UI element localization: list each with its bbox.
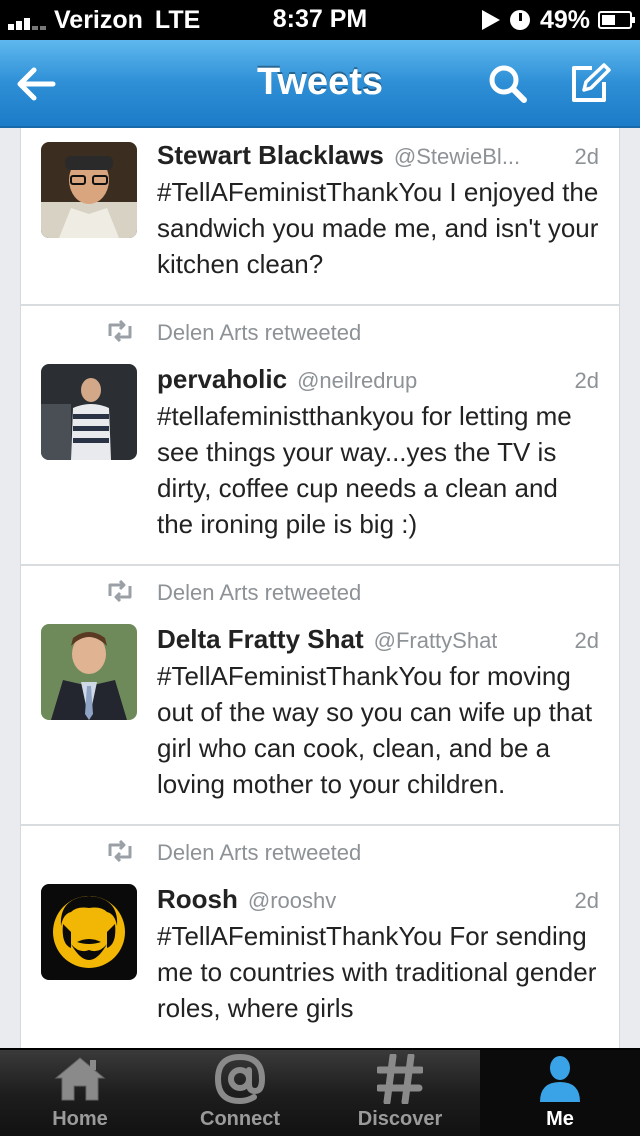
person-icon: [540, 1056, 580, 1102]
avatar[interactable]: [41, 884, 137, 980]
status-right: 49%: [481, 0, 635, 40]
tab-bar: Home Connect Discover Me: [0, 1048, 640, 1136]
tweet-author-name[interactable]: Stewart Blacklaws: [157, 140, 384, 171]
tweet-feed[interactable]: Stewart Blacklaws @StewieBl... 2d #TellA…: [20, 128, 620, 1048]
tab-label: Connect: [200, 1108, 280, 1130]
back-button[interactable]: [6, 54, 66, 114]
battery-percent: 49%: [539, 5, 590, 34]
tweet-author-handle[interactable]: @neilredrup: [297, 368, 417, 394]
avatar[interactable]: [41, 142, 137, 238]
tweet-timestamp: 2d: [574, 368, 599, 393]
search-button[interactable]: [478, 54, 538, 114]
tweet-author-name[interactable]: Roosh: [157, 884, 238, 915]
retweeted-by-label[interactable]: Delen Arts retweeted: [157, 580, 361, 606]
compose-button[interactable]: [560, 54, 620, 114]
tweet-author-handle[interactable]: @rooshv: [248, 888, 336, 914]
navigation-bar: Tweets: [0, 40, 640, 128]
tweet-text: #TellAFeministThankYou I enjoyed the san…: [157, 177, 599, 279]
tab-home[interactable]: Home: [0, 1050, 160, 1136]
retweeted-by-label[interactable]: Delen Arts retweeted: [157, 320, 361, 346]
home-icon: [54, 1057, 106, 1101]
status-bar: Verizon LTE 8:37 PM 49%: [0, 0, 640, 40]
tweet-author-name[interactable]: Delta Fratty Shat: [157, 624, 364, 655]
retweet-icon: [105, 579, 135, 607]
tweet-author-name[interactable]: pervaholic: [157, 364, 287, 395]
page-title: Tweets: [256, 61, 383, 103]
retweet-icon: [105, 839, 135, 867]
avatar[interactable]: [41, 624, 137, 720]
alarm-clock-icon: [509, 10, 530, 30]
play-icon: [481, 10, 500, 30]
hash-icon: [377, 1054, 423, 1104]
tweet-author-handle[interactable]: @FrattyShat: [374, 628, 498, 654]
tweet-text: #TellAFeministThankYou for moving out of…: [157, 661, 593, 799]
compose-icon: [572, 63, 611, 102]
tweet-timestamp: 2d: [574, 888, 599, 913]
retweeted-by-label[interactable]: Delen Arts retweeted: [157, 840, 361, 866]
at-icon: [214, 1053, 266, 1105]
tab-discover[interactable]: Discover: [320, 1050, 480, 1136]
tab-label: Discover: [357, 1108, 443, 1130]
tweet-text: #TellAFeministThankYou For sending me to…: [157, 921, 597, 1023]
tab-label: Home: [52, 1108, 108, 1130]
tweet-author-handle[interactable]: @StewieBl...: [394, 144, 520, 170]
tweet-item[interactable]: Delen Arts retweeted Roosh @rooshv 2d #T…: [21, 826, 619, 1048]
tab-connect[interactable]: Connect: [160, 1050, 320, 1136]
avatar[interactable]: [41, 364, 137, 460]
back-arrow-icon: [17, 67, 56, 101]
retweet-icon: [105, 319, 135, 347]
tweet-item[interactable]: Delen Arts retweeted pervaholic @neilred…: [21, 306, 619, 566]
tweet-item[interactable]: Stewart Blacklaws @StewieBl... 2d #TellA…: [21, 128, 619, 306]
tab-label: Me: [546, 1108, 574, 1130]
search-icon: [489, 65, 527, 103]
tweet-text: #tellafeministthankyou for letting me se…: [157, 401, 572, 539]
tweet-timestamp: 2d: [574, 628, 599, 653]
tweet-timestamp: 2d: [574, 144, 599, 169]
tweet-item[interactable]: Delen Arts retweeted Delta Fratty Shat @…: [21, 566, 619, 826]
battery-icon: [598, 11, 635, 29]
tab-me[interactable]: Me: [480, 1050, 640, 1136]
